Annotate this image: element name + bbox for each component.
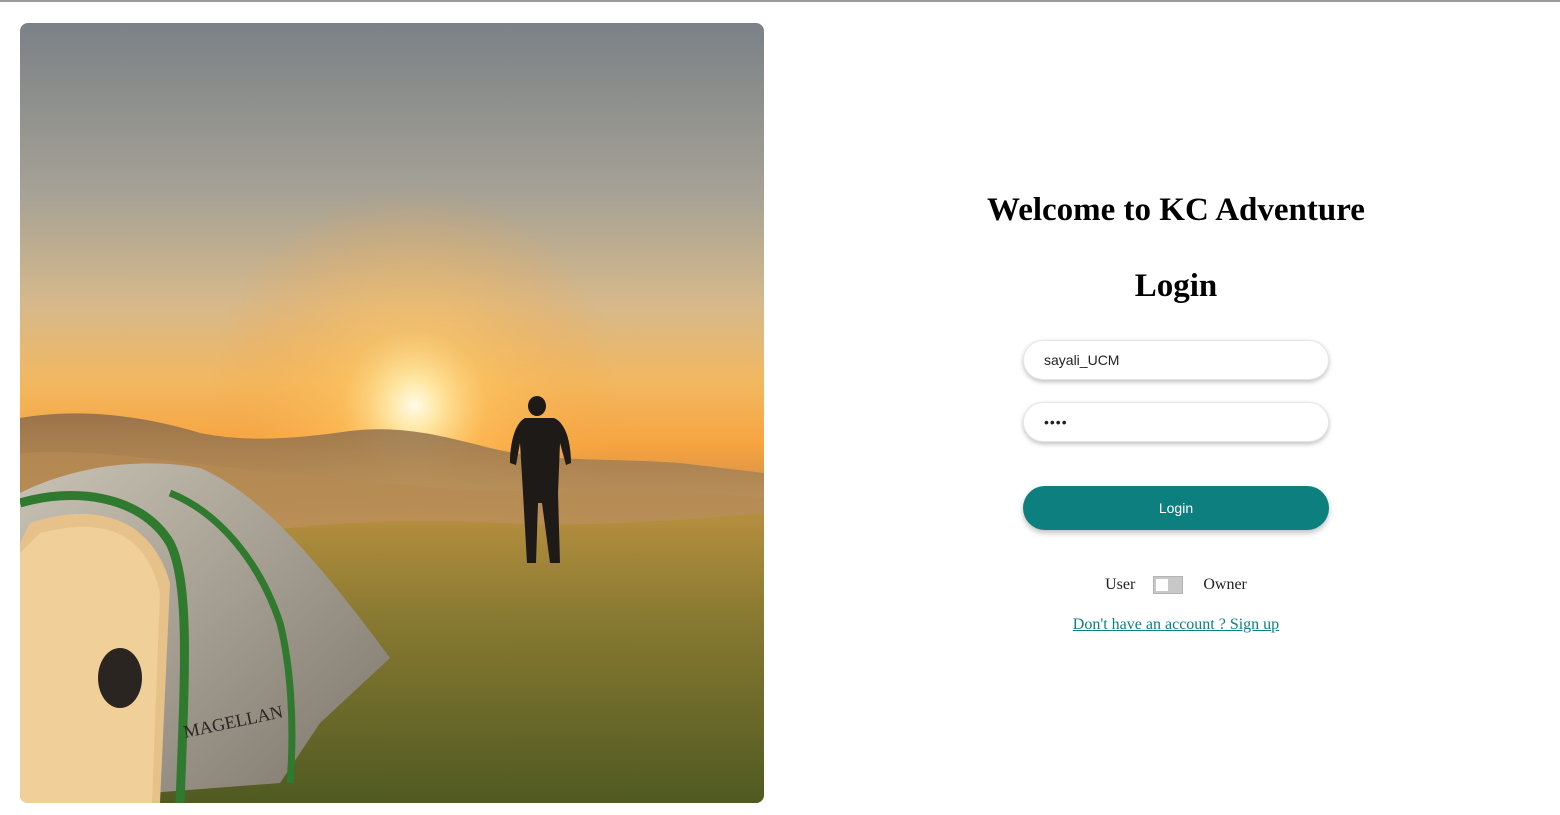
login-heading: Login xyxy=(1134,268,1218,304)
welcome-title: Welcome to KC Adventure xyxy=(987,192,1365,228)
role-label-user: User xyxy=(1105,576,1136,593)
signup-link[interactable]: Don't have an account ? Sign up xyxy=(900,616,1452,634)
role-toggle-row: User Owner xyxy=(900,573,1452,597)
hero-image: MAGELLAN xyxy=(20,23,764,803)
role-toggle-switch[interactable] xyxy=(1153,576,1184,594)
password-input[interactable] xyxy=(1023,402,1329,442)
role-toggle-knob xyxy=(1156,579,1169,591)
top-border xyxy=(0,0,1560,2)
role-label-owner: Owner xyxy=(1203,576,1247,593)
login-button[interactable]: Login xyxy=(1023,486,1329,530)
camping-sunset-photo: MAGELLAN xyxy=(20,23,764,803)
username-input[interactable] xyxy=(1023,340,1329,380)
